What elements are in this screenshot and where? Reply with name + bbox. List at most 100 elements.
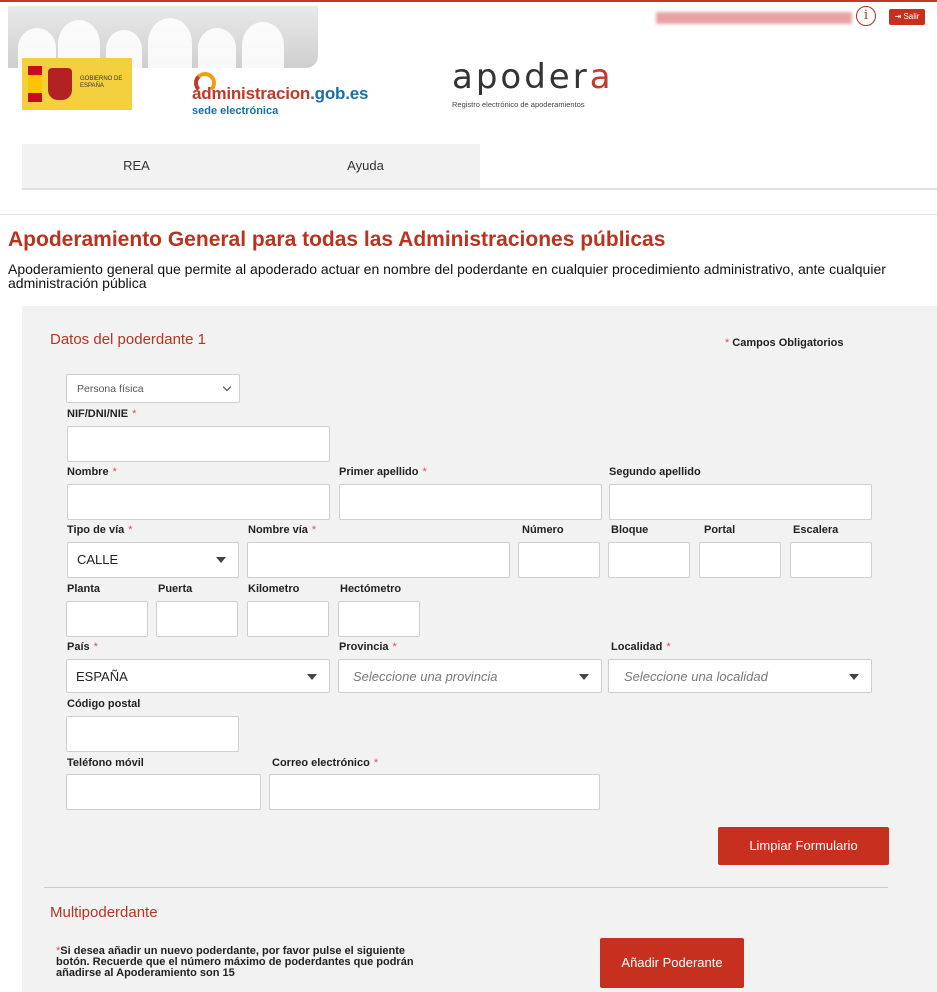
- segundo-apellido-input[interactable]: [609, 484, 872, 520]
- gobierno-text: GOBIERNO DE ESPAÑA: [80, 76, 123, 89]
- apodera-brand-b: a: [589, 57, 614, 97]
- user-name-blurred: [656, 12, 852, 24]
- caret-down-icon: [579, 674, 589, 680]
- required-asterisk: *: [128, 524, 133, 536]
- planta-input[interactable]: [66, 601, 148, 637]
- planta-label: Planta: [67, 583, 101, 595]
- exit-button[interactable]: ⇥ Salir: [889, 9, 925, 25]
- page-title: Apoderamiento General para todas las Adm…: [8, 228, 666, 251]
- tipo-via-select[interactable]: CALLE: [67, 542, 239, 578]
- add-poderdante-button[interactable]: Añadir Poderante: [600, 938, 744, 988]
- codigo-postal-label: Código postal: [67, 698, 141, 710]
- apodera-brand-a: apoder: [452, 57, 590, 97]
- nombre-via-input[interactable]: [247, 542, 510, 578]
- segundo-apellido-label-text: Segundo apellido: [609, 466, 701, 478]
- section-title-multipoderdante: Multipoderdante: [50, 904, 158, 921]
- admin-logo-suffix: .gob.es: [310, 84, 369, 103]
- section-title-poderdante: Datos del poderdante 1: [50, 331, 206, 348]
- nombre-via-label: Nombre vía *: [248, 524, 316, 536]
- nombre-label: Nombre *: [67, 466, 117, 478]
- nombre-label-text: Nombre: [67, 466, 109, 478]
- required-asterisk: *: [392, 641, 397, 653]
- localidad-select[interactable]: Seleccione una localidad: [608, 659, 872, 693]
- site-header: i ⇥ Salir GOBIERNO DE ESPAÑA administrac…: [0, 0, 937, 210]
- clear-form-button[interactable]: Limpiar Formulario: [718, 827, 889, 865]
- nif-label-text: NIF/DNI/NIE: [67, 408, 129, 420]
- nif-input[interactable]: [67, 426, 330, 462]
- page-description: Apoderamiento general que permite al apo…: [8, 261, 886, 291]
- tipo-via-value: CALLE: [77, 552, 119, 567]
- apodera-brand: apodera: [452, 58, 652, 96]
- portal-label: Portal: [704, 524, 736, 536]
- telefono-input[interactable]: [66, 774, 261, 810]
- provincia-placeholder: Seleccione una provincia: [353, 669, 498, 684]
- nav-underline: [22, 188, 937, 190]
- admin-logo-sub: sede electrónica: [192, 105, 279, 117]
- required-asterisk: *: [132, 408, 137, 420]
- admin-logo-prefix: administracion: [192, 84, 311, 103]
- admin-logo-main: administracion.gob.es: [192, 84, 368, 104]
- header-divider: [0, 214, 937, 215]
- nombre-input[interactable]: [67, 484, 330, 520]
- gobierno-espana-logo[interactable]: GOBIERNO DE ESPAÑA: [22, 58, 132, 110]
- nav-item-ayuda[interactable]: Ayuda: [251, 144, 480, 188]
- nav-item-rea[interactable]: REA: [22, 144, 251, 188]
- apodera-tagline: Registro electrónico de apoderamientos: [452, 100, 585, 109]
- section-divider: [44, 887, 888, 888]
- required-asterisk: *: [311, 524, 317, 536]
- required-asterisk: *: [422, 466, 427, 478]
- hectometro-label: Hectómetro: [340, 583, 402, 595]
- portal-input[interactable]: [699, 542, 781, 578]
- main-nav: REA Ayuda: [22, 144, 480, 188]
- escalera-label: Escalera: [793, 524, 839, 536]
- chevron-down-icon: [222, 382, 232, 392]
- pais-label: País *: [67, 641, 98, 653]
- primer-apellido-label: Primer apellido *: [339, 466, 427, 478]
- localidad-placeholder: Seleccione una localidad: [624, 669, 768, 684]
- provincia-label-text: Provincia: [339, 641, 389, 653]
- primer-apellido-label-text: Primer apellido: [339, 466, 419, 478]
- localidad-label: Localidad *: [611, 641, 671, 653]
- multipoderdante-note: *Si desea añadir un nuevo poderdante, po…: [56, 946, 436, 979]
- correo-input[interactable]: [269, 774, 600, 810]
- segundo-apellido-label: Segundo apellido: [609, 466, 701, 478]
- pais-value: ESPAÑA: [76, 669, 128, 684]
- escalera-input[interactable]: [790, 542, 872, 578]
- required-asterisk: *: [93, 641, 98, 653]
- person-type-select[interactable]: Persona física: [66, 374, 240, 403]
- numero-label: Número: [522, 524, 564, 536]
- required-asterisk: *: [666, 641, 671, 653]
- form-panel: [22, 306, 937, 992]
- exit-label: Salir: [903, 12, 920, 21]
- provincia-select[interactable]: Seleccione una provincia: [338, 659, 602, 693]
- primer-apellido-input[interactable]: [339, 484, 602, 520]
- apodera-logo[interactable]: apodera Registro electrónico de apoderam…: [452, 58, 652, 118]
- hectometro-input[interactable]: [338, 601, 420, 637]
- pais-select[interactable]: ESPAÑA: [66, 659, 330, 693]
- telefono-label: Teléfono móvil: [67, 757, 144, 769]
- administracion-logo[interactable]: administracion.gob.es sede electrónica: [192, 72, 392, 122]
- puerta-label: Puerta: [158, 583, 193, 595]
- codigo-postal-input[interactable]: [66, 716, 239, 752]
- info-icon[interactable]: i: [856, 6, 876, 26]
- nombre-via-label-text: Nombre vía: [248, 524, 308, 536]
- caret-down-icon: [849, 674, 859, 680]
- correo-label-text: Correo electrónico: [272, 757, 370, 769]
- mandatory-note-text: Campos Obligatorios: [732, 337, 844, 349]
- nif-label: NIF/DNI/NIE *: [67, 408, 136, 420]
- tipo-via-label-text: Tipo de vía: [67, 524, 125, 536]
- localidad-label-text: Localidad: [611, 641, 663, 653]
- mandatory-asterisk: *: [725, 337, 730, 349]
- mandatory-note: * Campos Obligatorios: [725, 337, 844, 349]
- kilometro-input[interactable]: [247, 601, 329, 637]
- bloque-input[interactable]: [608, 542, 690, 578]
- pais-label-text: País: [67, 641, 90, 653]
- kilometro-label: Kilometro: [248, 583, 300, 595]
- flag-stripes: [28, 66, 42, 102]
- coat-of-arms-icon: [48, 68, 72, 100]
- puerta-input[interactable]: [156, 601, 238, 637]
- numero-input[interactable]: [518, 542, 600, 578]
- multipoderdante-note-text: Si desea añadir un nuevo poderdante, por…: [56, 945, 414, 979]
- bloque-label: Bloque: [611, 524, 649, 536]
- required-asterisk: *: [112, 466, 117, 478]
